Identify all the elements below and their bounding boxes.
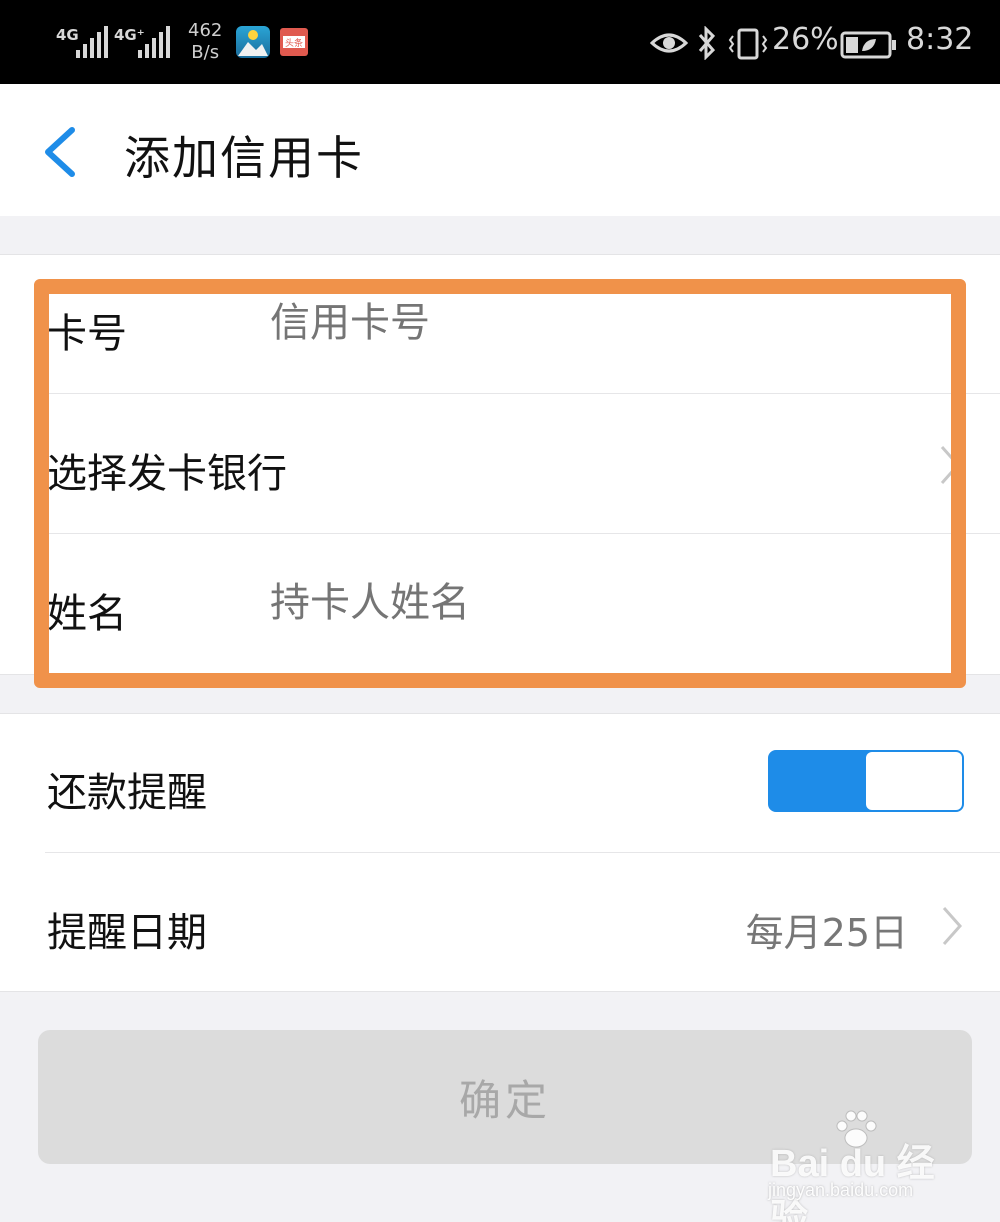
select-bank-label: 选择发卡银行 [47, 451, 287, 497]
reminder-date-value: 每月25日 [745, 911, 908, 955]
news-app-label: 头条 [285, 37, 303, 49]
eye-icon [650, 33, 688, 53]
card-number-label: 卡号 [47, 311, 127, 357]
reminder-date-label: 提醒日期 [47, 910, 207, 956]
battery-percent: 26% [772, 22, 839, 57]
page-title: 添加信用卡 [124, 131, 364, 185]
watermark-main: Bai du 经验 [770, 1143, 935, 1222]
reminder-group: 还款提醒 提醒日期 每月25日 [0, 713, 1000, 992]
signal-icon [138, 26, 170, 58]
confirm-button-label: 确定 [458, 1076, 551, 1124]
speed-value: 462 [188, 20, 223, 41]
page-header: 添加信用卡 [0, 84, 1000, 216]
repayment-reminder-label: 还款提醒 [47, 770, 207, 816]
signal-icon [76, 26, 108, 58]
reminder-date-row[interactable]: 提醒日期 每月25日 [45, 854, 1000, 993]
chevron-right-icon [942, 907, 963, 945]
watermark-url: jingyan.baidu.com [768, 1180, 914, 1200]
gallery-app-icon [236, 26, 270, 58]
toggle-knob [866, 752, 962, 810]
network-speed: 462 B/s [188, 20, 222, 64]
baidu-watermark: Bai du 经验 jingyan.baidu.com [760, 1110, 960, 1222]
status-bar: 4G 4G⁺ 462 B/s 头条 26% 8:32 [0, 0, 1000, 84]
card-info-group: 卡号 选择发卡银行 姓名 [0, 254, 1000, 675]
cardholder-name-input[interactable] [270, 581, 790, 626]
repayment-reminder-row: 还款提醒 [45, 714, 1000, 853]
card-number-input[interactable] [270, 301, 790, 346]
speed-unit: B/s [191, 42, 220, 63]
cardholder-name-row[interactable]: 姓名 [45, 535, 1000, 674]
battery-icon [840, 31, 896, 59]
back-arrow-icon[interactable] [40, 126, 80, 178]
chevron-right-icon [940, 446, 961, 484]
vibrate-icon [728, 28, 768, 60]
clock: 8:32 [906, 22, 974, 57]
cardholder-name-label: 姓名 [47, 591, 127, 637]
card-number-row[interactable]: 卡号 [45, 255, 1000, 394]
bluetooth-icon [698, 26, 716, 60]
repayment-reminder-toggle[interactable] [768, 750, 964, 812]
select-bank-row[interactable]: 选择发卡银行 [45, 395, 1000, 534]
news-app-icon: 头条 [280, 28, 308, 56]
